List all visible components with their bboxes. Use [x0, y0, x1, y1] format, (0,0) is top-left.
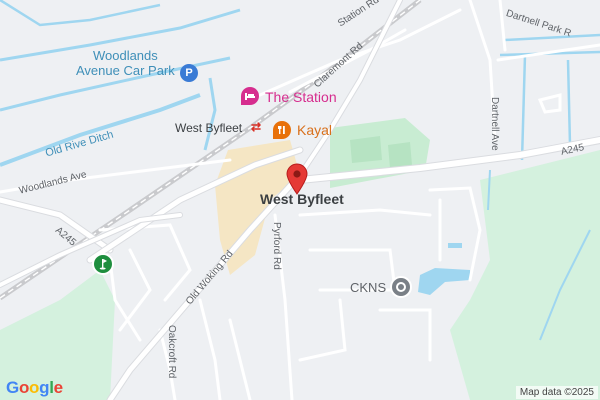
pond: [448, 243, 462, 248]
street-label-pyrford-rd: Pyrford Rd: [271, 222, 282, 270]
car-park-label-line2: Avenue Car Park: [76, 63, 175, 78]
sports-field: [388, 142, 412, 168]
rail-station-label[interactable]: West Byfleet: [175, 121, 242, 135]
pond: [418, 268, 470, 295]
map-canvas[interactable]: Station Rd Claremont Rd Dartnell Park R …: [0, 0, 600, 400]
map-attribution[interactable]: Map data ©2025: [515, 386, 598, 399]
poi-label-ckns[interactable]: CKNS: [350, 280, 386, 295]
google-logo[interactable]: Google: [6, 378, 63, 398]
bed-icon[interactable]: [241, 87, 259, 105]
stream: [520, 54, 527, 161]
dumbbell-icon[interactable]: [390, 276, 412, 298]
stream: [566, 59, 572, 146]
stream: [504, 33, 600, 42]
old-rive-ditch: [0, 93, 201, 167]
street-label-oakcroft-rd: Oakcroft Rd: [166, 325, 177, 379]
golf-icon[interactable]: [92, 253, 114, 275]
poi-car-park-label[interactable]: Woodlands Avenue Car Park: [76, 48, 175, 78]
poi-label-kayal[interactable]: Kayal: [297, 122, 332, 138]
street-label-dartnell-ave: Dartnell Ave: [489, 97, 500, 151]
stream: [203, 77, 217, 151]
rail-icon[interactable]: ⇄: [251, 120, 261, 134]
fork-knife-icon[interactable]: [273, 121, 291, 139]
stream: [0, 0, 161, 27]
car-park-label-line1: Woodlands: [92, 48, 158, 63]
place-label-west-byfleet[interactable]: West Byfleet: [260, 191, 344, 207]
poi-label-the-station[interactable]: The Station: [265, 89, 337, 105]
parking-icon[interactable]: P: [180, 64, 198, 82]
sports-field: [350, 136, 382, 163]
